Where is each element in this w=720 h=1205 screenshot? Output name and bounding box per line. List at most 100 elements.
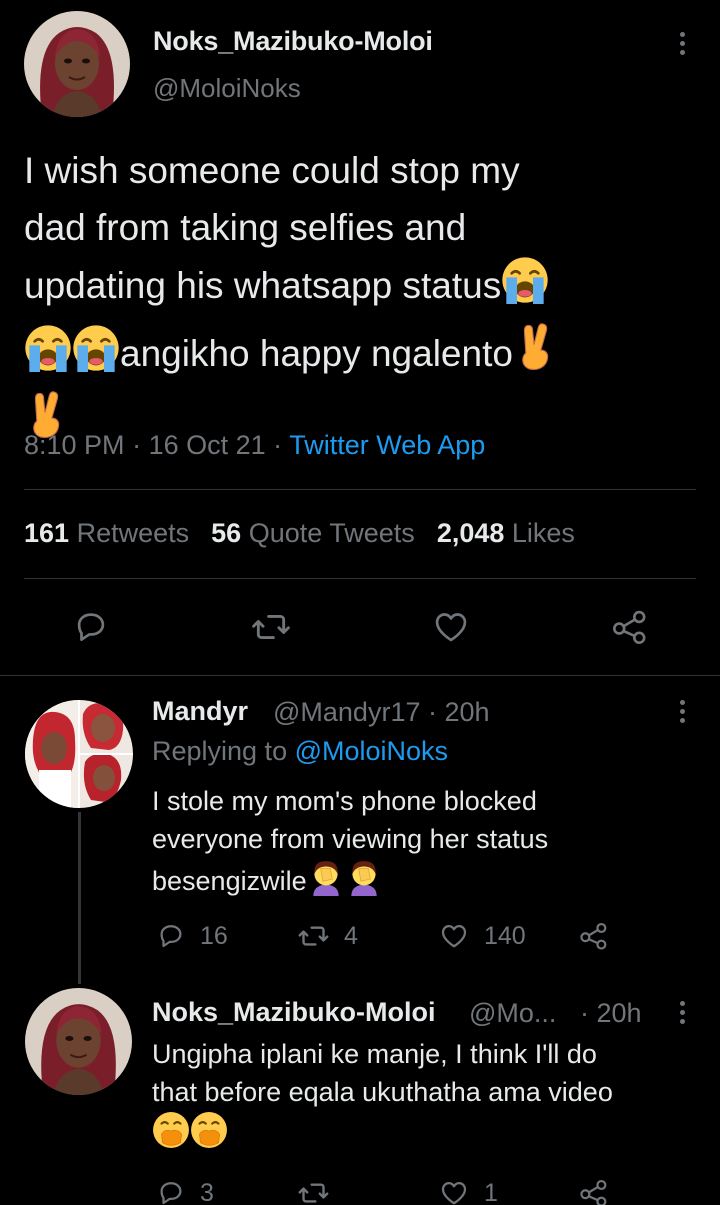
author-avatar[interactable]	[24, 11, 130, 117]
reply-retweet-button[interactable]: 4	[297, 921, 358, 951]
tweet-stats: 161 Retweets 56 Quote Tweets 2,048 Likes	[24, 518, 575, 549]
reply-text-segment: besengizwile	[152, 866, 307, 896]
loudly-crying-face-emoji	[72, 324, 120, 388]
reply-text-line	[152, 1111, 712, 1159]
retweets-stat[interactable]: 161 Retweets	[24, 518, 189, 548]
loudly-crying-face-emoji	[501, 256, 549, 320]
reply-icon	[160, 925, 182, 948]
reply-share-button[interactable]	[578, 921, 610, 951]
dot	[679, 700, 685, 705]
reply-button[interactable]	[72, 608, 110, 646]
tweet-date[interactable]: 16 Oct 21	[149, 430, 266, 460]
woman-facepalming-emoji	[345, 858, 383, 906]
tweet-text-line: angikho happy ngalento	[24, 320, 696, 388]
reply-like-button[interactable]: 140	[438, 921, 526, 951]
reply-count: 3	[200, 1178, 214, 1205]
replying-to-handle[interactable]: @MoloiNoks	[295, 736, 448, 766]
divider	[24, 578, 696, 579]
retweet-button[interactable]	[250, 608, 292, 646]
tweet-time[interactable]: 8:10 PM	[24, 430, 125, 460]
reply-more-button[interactable]	[675, 700, 689, 723]
likes-label: Likes	[511, 518, 575, 548]
like-count: 1	[484, 1178, 498, 1205]
reply-text-line: besengizwile	[152, 858, 692, 906]
tweet-text-line: I wish someone could stop my	[24, 150, 520, 191]
reply-avatar[interactable]	[25, 988, 132, 1095]
share-icon	[580, 922, 607, 950]
reply-icon	[160, 1182, 182, 1205]
reply-text: Ungipha iplani ke manje, I think I'll do…	[152, 1035, 712, 1159]
dot	[679, 32, 685, 37]
loudly-crying-face-emoji	[24, 324, 72, 388]
reply-reply-button[interactable]: 3	[156, 1178, 214, 1205]
reply-text: I stole my mom's phone blocked everyone …	[152, 782, 692, 906]
dot	[679, 718, 685, 723]
reply-text-line: Ungipha iplani ke manje, I think I'll do	[152, 1039, 597, 1069]
heart-icon	[435, 613, 467, 642]
dot	[679, 709, 685, 714]
retweets-count: 161	[24, 518, 70, 548]
quotes-stat[interactable]: 56 Quote Tweets	[211, 518, 415, 548]
separator: ·	[273, 430, 290, 460]
reply-display-name[interactable]: Mandyr	[152, 696, 248, 727]
reply-avatar[interactable]	[25, 700, 133, 808]
reply-handle[interactable]: @Mo...	[469, 998, 556, 1029]
quotes-label: Quote Tweets	[248, 518, 415, 548]
dot	[679, 1010, 685, 1015]
dot	[679, 41, 685, 46]
separator: ·	[132, 430, 149, 460]
tweet-text-line: dad from taking selfies and	[24, 207, 467, 248]
likes-count: 2,048	[436, 518, 505, 548]
share-button[interactable]	[610, 608, 650, 646]
retweet-count: 4	[344, 921, 358, 950]
dot	[679, 1001, 685, 1006]
retweets-label: Retweets	[76, 518, 190, 548]
like-count: 140	[484, 921, 526, 950]
tweet-more-button[interactable]	[675, 32, 689, 55]
share-icon	[612, 610, 646, 645]
tweet-text-line: updating his whatsapp status	[24, 256, 696, 320]
reply-more-button[interactable]	[675, 1001, 689, 1024]
heart-icon	[441, 925, 467, 948]
share-icon	[580, 1179, 607, 1205]
tweet-text-segment: angikho happy ngalento	[120, 333, 513, 374]
retweet-icon	[252, 614, 290, 640]
face-with-hand-over-mouth-emoji	[190, 1111, 228, 1159]
dot	[679, 1019, 685, 1024]
reply-count: 16	[200, 921, 228, 950]
thread-line	[78, 812, 81, 984]
author-display-name[interactable]: Noks_Mazibuko-Moloi	[153, 26, 433, 57]
reply-text-line: that before eqala ukuthatha ama video	[152, 1077, 613, 1107]
like-button[interactable]	[432, 608, 470, 646]
tweet-text-segment: updating his whatsapp status	[24, 265, 502, 306]
quotes-count: 56	[211, 518, 242, 548]
dot	[679, 50, 685, 55]
reply-retweet-button[interactable]	[297, 1178, 344, 1205]
heart-icon	[441, 1182, 467, 1205]
reply-reply-button[interactable]: 16	[156, 921, 228, 951]
retweet-icon	[298, 1183, 329, 1203]
reply-handle[interactable]: @Mandyr17	[273, 697, 420, 727]
reply-text-line: everyone from viewing her status	[152, 824, 549, 854]
tweet-meta: 8:10 PM · 16 Oct 21 · Twitter Web App	[24, 430, 485, 461]
tweet-source-app[interactable]: Twitter Web App	[289, 430, 485, 460]
divider	[24, 489, 696, 490]
retweet-icon	[298, 926, 329, 946]
reply-display-name[interactable]: Noks_Mazibuko-Moloi	[152, 997, 436, 1028]
face-with-hand-over-mouth-emoji	[152, 1111, 190, 1159]
woman-facepalming-emoji	[307, 858, 345, 906]
reply-like-button[interactable]: 1	[438, 1178, 498, 1205]
tweet-text: I wish someone could stop my dad from ta…	[24, 142, 696, 456]
replying-to: Replying to @MoloiNoks	[152, 736, 448, 767]
reply-share-button[interactable]	[578, 1178, 610, 1205]
reply-age[interactable]: · 20h	[580, 998, 642, 1029]
reply-handle-and-age: @Mandyr17 · 20h	[273, 697, 490, 728]
reply-age[interactable]: · 20h	[428, 697, 490, 727]
crossed-fingers-emoji	[513, 320, 555, 388]
author-handle[interactable]: @MoloiNoks	[153, 73, 301, 104]
reply-icon	[77, 613, 105, 642]
divider	[0, 675, 720, 676]
likes-stat[interactable]: 2,048 Likes	[437, 518, 575, 548]
reply-text-line: I stole my mom's phone blocked	[152, 786, 537, 816]
replying-to-label: Replying to	[152, 736, 288, 766]
